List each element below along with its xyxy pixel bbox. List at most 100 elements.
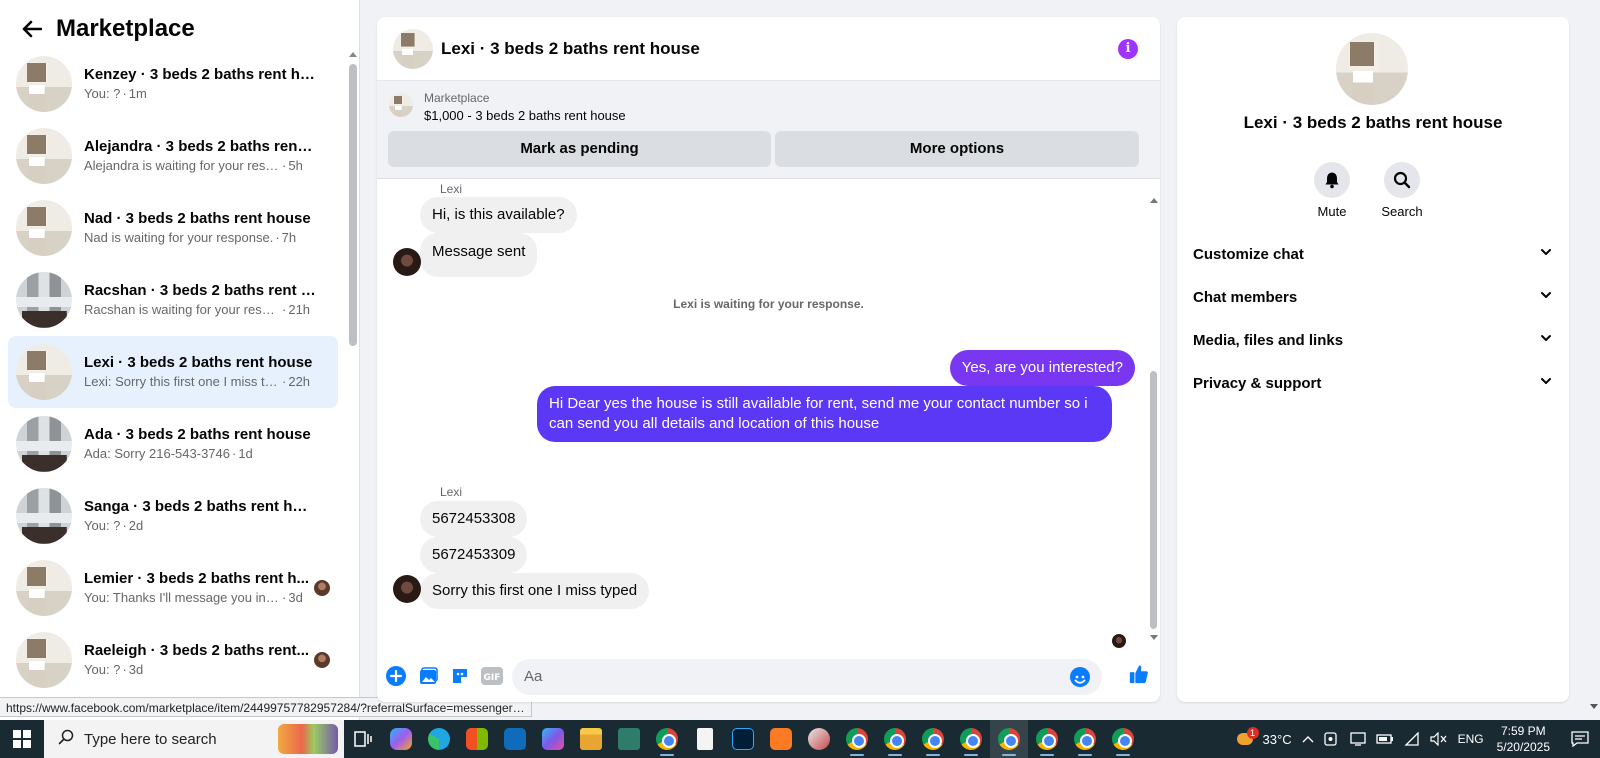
scroll-down-arrow-icon[interactable]: [1150, 635, 1158, 640]
chrome-profile-icon[interactable]: [1104, 720, 1142, 758]
edge-icon[interactable]: [420, 720, 458, 758]
chat-title[interactable]: Lexi · 3 beds 2 baths rent house: [441, 39, 700, 59]
snipping-tool-icon[interactable]: [800, 720, 838, 758]
conversation-text: Ada · 3 beds 2 baths rent house Ada: Sorr…: [84, 425, 316, 463]
copilot-icon[interactable]: [382, 720, 420, 758]
conversation-avatar: [16, 56, 72, 112]
message-bubble-incoming[interactable]: Message sent: [420, 233, 538, 277]
thumbs-up-icon[interactable]: [1128, 663, 1150, 685]
conversation-item[interactable]: Alejandra · 3 beds 2 baths rent h... Alej…: [8, 120, 338, 192]
language-indicator[interactable]: ENG: [1458, 732, 1484, 746]
task-view-icon[interactable]: [344, 720, 382, 758]
conversation-item[interactable]: Ada · 3 beds 2 baths rent house Ada: Sorr…: [8, 408, 338, 480]
scroll-down-arrow-icon[interactable]: [1590, 704, 1598, 709]
wifi-icon[interactable]: [1404, 732, 1420, 746]
section-media-files-links[interactable]: Media, files and links: [1193, 320, 1553, 360]
sidebar-scrollbar[interactable]: [348, 52, 358, 712]
chat-avatar[interactable]: [393, 28, 433, 69]
listing-title[interactable]: $1,000 - 3 beds 2 baths rent house: [424, 108, 626, 123]
emoji-icon[interactable]: [1070, 667, 1090, 687]
conversation-snippet: You: ?: [84, 86, 121, 101]
chrome-profile-icon[interactable]: [1066, 720, 1104, 758]
conversation-item[interactable]: Kenzey · 3 beds 2 baths rent ho... You: ?…: [8, 48, 338, 120]
sticker-icon[interactable]: [449, 665, 471, 687]
info-icon[interactable]: i: [1118, 39, 1138, 59]
chevron-up-icon[interactable]: [1302, 734, 1314, 744]
window-scrollbar[interactable]: [1587, 0, 1600, 720]
conversation-item[interactable]: Lexi · 3 beds 2 baths rent house Lexi: So…: [8, 336, 338, 408]
conversation-item[interactable]: Racshan · 3 beds 2 baths rent ho... Racsh…: [8, 264, 338, 336]
camera-icon[interactable]: [1323, 732, 1340, 746]
section-label: Media, files and links: [1193, 331, 1344, 349]
plus-icon[interactable]: [385, 665, 407, 687]
file-explorer-icon[interactable]: [572, 720, 610, 758]
message-bubble-incoming[interactable]: 5672453308: [420, 501, 528, 537]
xampp-icon[interactable]: [762, 720, 800, 758]
scroll-up-arrow-icon[interactable]: [349, 52, 357, 57]
chrome-profile-icon[interactable]: [952, 720, 990, 758]
conversation-snippet: Alejandra is waiting for your respo...: [84, 158, 280, 173]
mute-action[interactable]: Mute: [1302, 162, 1362, 219]
conversation-avatar: [16, 200, 72, 256]
conversation-text: Lemier · 3 beds 2 baths rent h... You: Th…: [84, 569, 316, 607]
scroll-up-arrow-icon[interactable]: [1150, 198, 1158, 203]
message-bubble-outgoing[interactable]: Hi Dear yes the house is still available…: [537, 386, 1112, 442]
chat-scroll-thumb[interactable]: [1150, 371, 1157, 629]
chevron-down-icon: [1539, 331, 1553, 349]
display-icon[interactable]: [1349, 732, 1366, 746]
marketplace-label: Marketplace: [424, 91, 490, 105]
chrome-profile-icon[interactable]: [990, 720, 1028, 758]
chat-scrollbar[interactable]: [1149, 198, 1159, 640]
photoshop-icon[interactable]: [724, 720, 762, 758]
more-options-button[interactable]: More options: [775, 131, 1139, 167]
speaker-muted-icon[interactable]: [1429, 732, 1448, 746]
gif-icon[interactable]: GIF: [481, 665, 503, 687]
chrome-profile-icon[interactable]: [876, 720, 914, 758]
conversation-preview: Alejandra is waiting for your respo...5h: [84, 157, 316, 175]
conversation-item[interactable]: Raeleigh · 3 beds 2 baths rent... You: ?3…: [8, 624, 338, 696]
conversation-item[interactable]: Nad · 3 beds 2 baths rent house Nad is wa…: [8, 192, 338, 264]
conversation-avatar: [16, 632, 72, 688]
microsoft-store-icon[interactable]: [458, 720, 496, 758]
back-arrow-icon[interactable]: [14, 11, 50, 47]
notification-icon[interactable]: [1560, 720, 1600, 758]
weather-widget[interactable]: 1 33°C: [1235, 727, 1292, 749]
search-icon[interactable]: [1384, 162, 1420, 198]
listing-thumbnail[interactable]: [389, 93, 413, 117]
clock[interactable]: 7:59 PM 5/20/2025: [1497, 723, 1550, 755]
microsoft-365-icon[interactable]: [534, 720, 572, 758]
chat-info-panel: Lexi · 3 beds 2 baths rent house Mute Se…: [1177, 17, 1569, 702]
mark-as-pending-button[interactable]: Mark as pending: [388, 131, 771, 167]
chrome-profile-icon[interactable]: [838, 720, 876, 758]
search-action[interactable]: Search: [1372, 162, 1432, 219]
message-bubble-incoming[interactable]: Sorry this first one I miss typed: [420, 573, 650, 609]
windows-start-icon[interactable]: [0, 720, 44, 758]
message-bubble-incoming[interactable]: 5672453309: [420, 537, 528, 573]
chrome-profile-icon[interactable]: [914, 720, 952, 758]
lexi-avatar[interactable]: [393, 248, 421, 276]
chevron-down-icon: [1539, 374, 1553, 392]
section-chat-members[interactable]: Chat members: [1193, 277, 1553, 317]
taskbar-search-box[interactable]: Type here to search: [44, 720, 344, 758]
conversation-name: Lexi · 3 beds 2 baths rent house: [84, 354, 313, 371]
photo-icon[interactable]: [417, 665, 439, 687]
document-icon[interactable]: [686, 720, 724, 758]
chrome-profile-icon[interactable]: [648, 720, 686, 758]
chrome-profile-icon[interactable]: [1028, 720, 1066, 758]
outlook-icon[interactable]: [496, 720, 534, 758]
section-privacy-support[interactable]: Privacy & support: [1193, 363, 1553, 403]
conversation-item[interactable]: Sanga · 3 beds 2 baths rent house You: ?2…: [8, 480, 338, 552]
terminal-app-icon[interactable]: [610, 720, 648, 758]
message-input[interactable]: Aa: [512, 659, 1102, 695]
message-bubble-outgoing[interactable]: Yes, are you interested?: [949, 350, 1135, 386]
lexi-avatar[interactable]: [393, 575, 421, 603]
section-customize-chat[interactable]: Customize chat: [1193, 234, 1553, 274]
profile-avatar[interactable]: [1336, 33, 1408, 105]
message-bubble-incoming[interactable]: Hi, is this available?: [420, 197, 577, 233]
conversation-snippet: Nad is waiting for your response.: [84, 230, 274, 245]
conversation-item[interactable]: Lemier · 3 beds 2 baths rent h... You: Th…: [8, 552, 338, 624]
bell-icon[interactable]: [1314, 162, 1350, 198]
sidebar-scroll-thumb[interactable]: [349, 64, 357, 346]
battery-icon[interactable]: [1375, 733, 1394, 745]
conversation-time: 21h: [280, 301, 310, 319]
